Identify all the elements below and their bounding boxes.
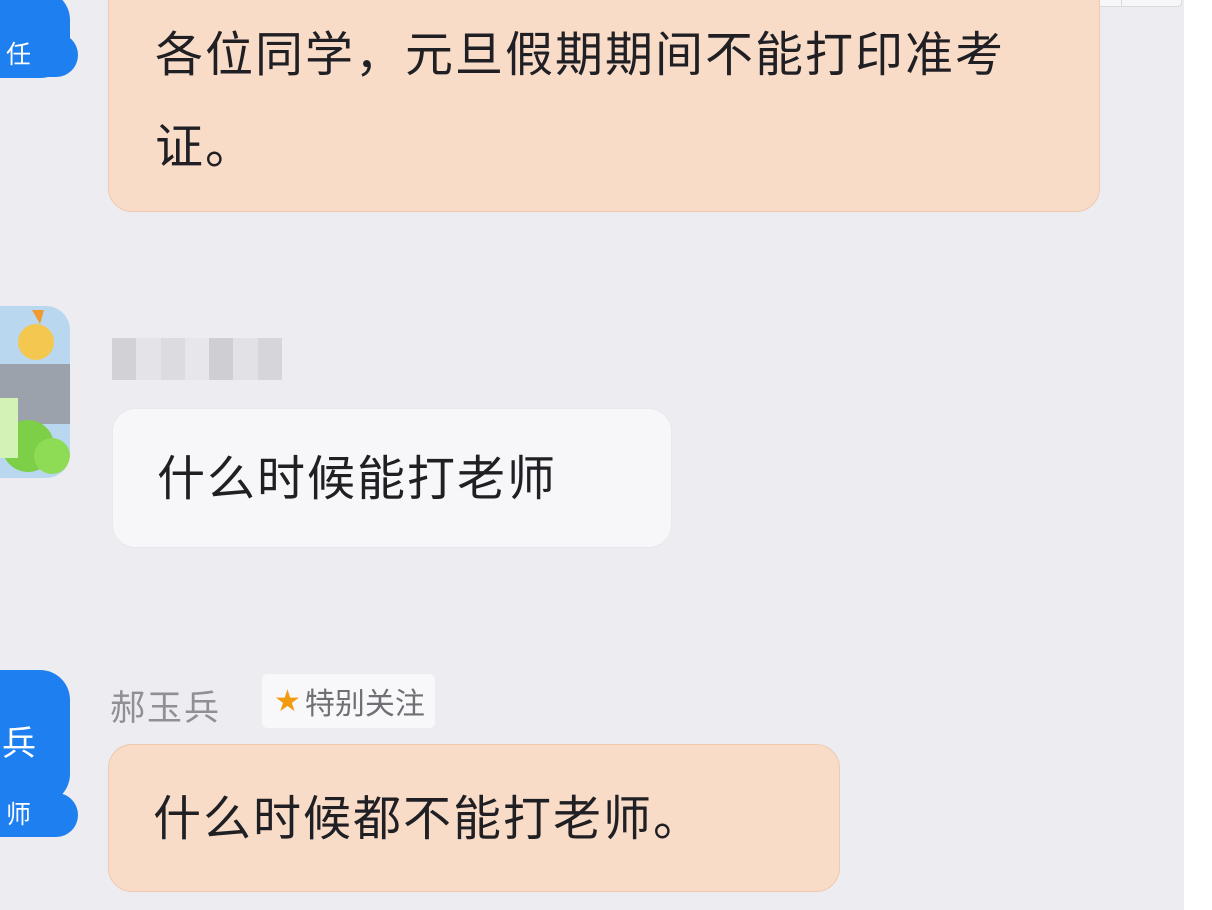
message-text: 什么时候能打老师 xyxy=(157,451,558,507)
student-avatar[interactable] xyxy=(0,306,70,478)
sender-name-text: 郝玉兵 xyxy=(110,689,222,729)
message-bubble[interactable]: 各位同学，元旦假期期间不能打印准考证。 xyxy=(108,0,1100,212)
avatar-text: 兵 xyxy=(2,724,36,764)
message-text: 各位同学，元旦假期期间不能打印准考证。 xyxy=(155,27,1006,175)
sender-name: 郝玉兵 xyxy=(110,680,221,731)
tag-label: 特别关注 xyxy=(304,687,425,722)
role-badge: 任 xyxy=(0,33,78,77)
message-bubble[interactable]: 什么时候都不能打老师。 xyxy=(108,744,840,892)
role-badge: 师 xyxy=(0,793,78,837)
chat-screen: 任 各位同学，元旦假期期间不能打印准考证。 什么时候能打老师 兵 师 郝玉兵 ★… xyxy=(0,0,1212,910)
message-bubble[interactable]: 什么时候能打老师 xyxy=(112,408,672,548)
role-badge-text: 任 xyxy=(6,40,32,69)
blurred-sender-name xyxy=(112,338,282,380)
message-text: 什么时候都不能打老师。 xyxy=(153,791,704,847)
star-icon: ★ xyxy=(274,683,301,719)
role-badge-text: 师 xyxy=(6,800,32,829)
right-border xyxy=(1184,0,1212,910)
special-follow-tag: ★ 特别关注 xyxy=(262,674,435,728)
